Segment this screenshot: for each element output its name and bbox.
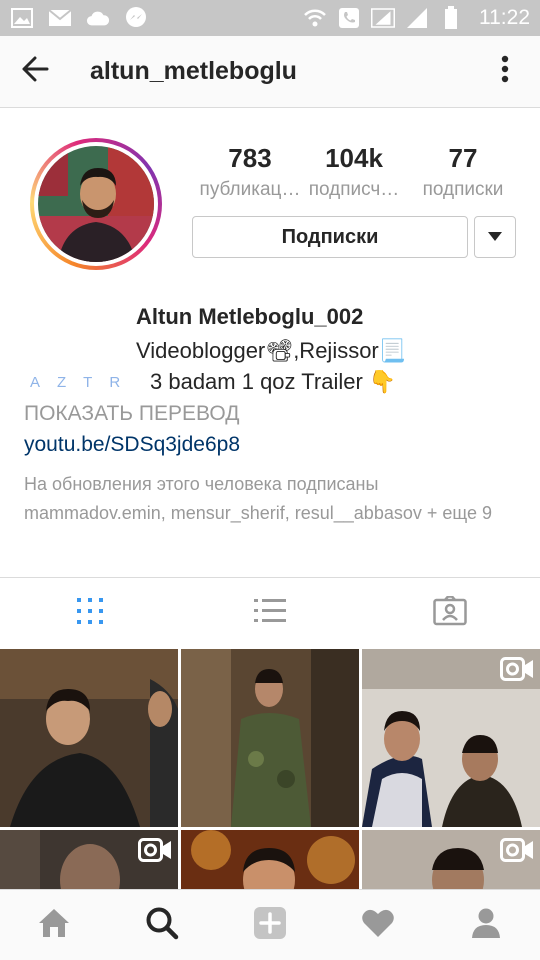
more-options-button[interactable] (470, 36, 540, 108)
website-link[interactable]: youtu.be/SDSq3jde6p8 (24, 433, 240, 457)
show-translation-link[interactable]: ПОКАЗАТЬ ПЕРЕВОД (24, 402, 239, 426)
avatar[interactable] (38, 146, 154, 262)
nav-home[interactable] (0, 890, 108, 960)
bio-line: Videoblogger📽,Rejissor📃 (136, 338, 407, 363)
profile-tabs (0, 577, 540, 649)
profile-icon (470, 907, 502, 944)
nav-activity[interactable] (324, 890, 432, 960)
tab-grid[interactable] (0, 578, 180, 649)
story-ring[interactable] (30, 138, 162, 270)
tab-list[interactable] (180, 578, 360, 649)
following-stat[interactable]: 77 подписки (408, 140, 518, 204)
followed-by-text[interactable]: На обновления этого человека подписаны m… (24, 470, 524, 528)
battery-icon (439, 6, 463, 29)
video-icon (500, 657, 534, 686)
posts-count: 783 (228, 143, 272, 173)
post-thumbnail[interactable] (362, 830, 540, 889)
status-time: 11:22 (479, 6, 530, 29)
post-thumbnail[interactable] (0, 649, 178, 827)
post-thumbnail[interactable] (0, 830, 178, 889)
suggestions-button[interactable] (474, 216, 516, 258)
heart-icon (361, 908, 395, 943)
image-icon (10, 7, 34, 29)
grid-icon (76, 597, 104, 630)
home-icon (37, 907, 71, 944)
post-thumbnail[interactable] (362, 649, 540, 827)
cloud-icon (86, 7, 110, 29)
post-thumbnail[interactable] (181, 649, 359, 827)
search-icon (145, 906, 179, 945)
following-label: подписки (422, 179, 504, 200)
nav-profile[interactable] (432, 890, 540, 960)
tagged-icon (433, 595, 467, 631)
post-thumbnail[interactable] (181, 830, 359, 889)
followers-label: подписч… (308, 179, 400, 200)
messenger-icon (124, 7, 148, 29)
wifi-icon (303, 7, 327, 29)
arrow-left-icon (21, 56, 49, 87)
nav-add[interactable] (216, 890, 324, 960)
caret-down-icon (488, 228, 502, 246)
status-bar: 11:22 (0, 0, 540, 36)
following-button[interactable]: Подписки (192, 216, 468, 258)
bio-prefix: AZTR (30, 374, 138, 391)
vertical-dots-icon (501, 55, 509, 88)
posts-label: публикац… (199, 179, 301, 200)
following-count: 77 (448, 143, 478, 173)
back-button[interactable] (0, 36, 70, 108)
posts-grid (0, 649, 540, 889)
followers-count: 104k (325, 143, 383, 173)
posts-stat[interactable]: 783 публикац… (192, 140, 308, 204)
full-name: Altun Metleboglu_002 (136, 304, 364, 329)
followers-stat[interactable]: 104k подписч… (298, 140, 410, 204)
bottom-nav (0, 889, 540, 960)
video-icon (500, 838, 534, 867)
list-icon (254, 597, 286, 630)
add-icon (253, 906, 287, 945)
page-title: altun_metleboglu (90, 57, 297, 85)
top-app-bar: altun_metleboglu (0, 36, 540, 108)
signal-icon (405, 7, 429, 29)
phone-icon (337, 7, 361, 29)
video-icon (138, 838, 172, 867)
signal-icon (371, 7, 395, 29)
screen: 11:22 altun_metleboglu 783 публикац… 104… (0, 0, 540, 960)
bio-line: 3 badam 1 qoz Trailer 👇 (150, 369, 397, 394)
tab-tagged[interactable] (360, 578, 540, 649)
mail-icon (48, 7, 72, 29)
nav-search[interactable] (108, 890, 216, 960)
